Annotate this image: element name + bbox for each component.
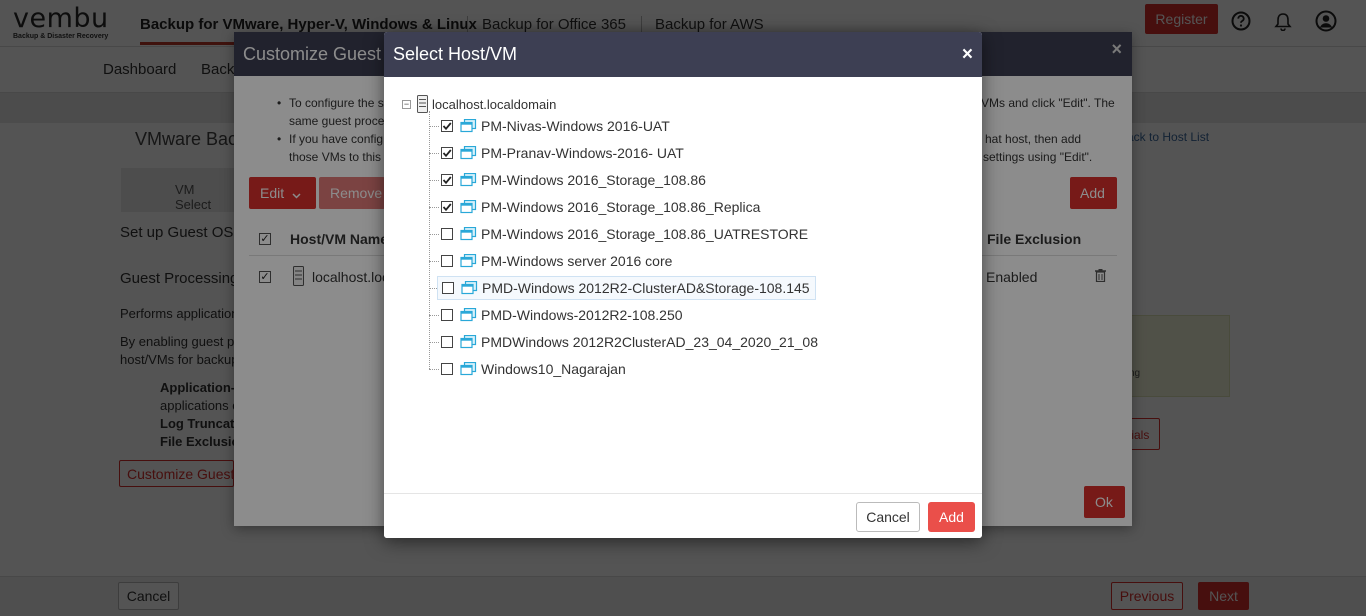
collapse-toggle[interactable]: −: [402, 99, 411, 109]
vm-tree-item[interactable]: PMD-Windows-2012R2-108.250: [437, 303, 688, 327]
vm-checkbox[interactable]: [441, 363, 453, 375]
vm-tree-item[interactable]: PM-Windows server 2016 core: [437, 249, 677, 273]
vm-tree-item[interactable]: PM-Pranav-Windows-2016- UAT: [437, 141, 689, 165]
vm-tree-item[interactable]: PMDWindows 2012R2ClusterAD_23_04_2020_21…: [437, 330, 823, 354]
vm-tree-item[interactable]: PM-Windows 2016_Storage_108.86_UATRESTOR…: [437, 222, 813, 246]
vm-label: PMD-Windows 2012R2-ClusterAD&Storage-108…: [482, 280, 810, 296]
close-icon[interactable]: ×: [962, 44, 973, 66]
tree-root-node[interactable]: − localhost.localdomain: [402, 94, 556, 114]
vm-tree-item[interactable]: PM-Nivas-Windows 2016-UAT: [437, 114, 675, 138]
vm-checkbox-checked[interactable]: [441, 120, 453, 132]
vm-checkbox[interactable]: [442, 282, 454, 294]
vm-icon: [460, 200, 477, 214]
vm-checkbox[interactable]: [441, 255, 453, 267]
vm-label: Windows10_Nagarajan: [481, 361, 626, 377]
host-vm-tree: − localhost.localdomain PM-Nivas-Windows…: [384, 77, 982, 493]
server-icon: [417, 95, 428, 113]
select-host-vm-title: Select Host/VM: [393, 44, 518, 64]
vm-tree-item[interactable]: PM-Windows 2016_Storage_108.86_Replica: [437, 195, 765, 219]
vm-checkbox-checked[interactable]: [441, 174, 453, 186]
vm-checkbox-checked[interactable]: [441, 201, 453, 213]
add-button[interactable]: Add: [928, 502, 975, 532]
select-host-vm-dialog: Select Host/VM × − localhost.localdomain…: [384, 32, 982, 538]
vm-icon: [461, 281, 478, 295]
vm-label: PM-Pranav-Windows-2016- UAT: [481, 145, 684, 161]
vm-icon: [460, 146, 477, 160]
vm-icon: [460, 308, 477, 322]
vm-label: PMD-Windows-2012R2-108.250: [481, 307, 683, 323]
vm-label: PM-Windows server 2016 core: [481, 253, 673, 269]
vm-icon: [460, 227, 477, 241]
vm-tree-item[interactable]: PMD-Windows 2012R2-ClusterAD&Storage-108…: [437, 276, 816, 300]
vm-icon: [460, 362, 477, 376]
vm-icon: [460, 173, 477, 187]
vm-label: PMDWindows 2012R2ClusterAD_23_04_2020_21…: [481, 334, 818, 350]
vm-label: PM-Windows 2016_Storage_108.86_UATRESTOR…: [481, 226, 809, 242]
vm-checkbox[interactable]: [441, 309, 453, 321]
root-host-label: localhost.localdomain: [432, 96, 557, 112]
vm-icon: [460, 335, 477, 349]
vm-label: PM-Windows 2016_Storage_108.86_Replica: [481, 199, 761, 215]
vm-label: PM-Windows 2016_Storage_108.86: [481, 172, 706, 188]
vm-icon: [460, 254, 477, 268]
vm-checkbox[interactable]: [441, 336, 453, 348]
vm-icon: [460, 119, 477, 133]
vm-tree-item[interactable]: Windows10_Nagarajan: [437, 357, 631, 381]
vm-checkbox-checked[interactable]: [441, 147, 453, 159]
vm-label: PM-Nivas-Windows 2016-UAT: [481, 118, 670, 134]
select-host-vm-header: Select Host/VM ×: [384, 32, 982, 77]
cancel-button[interactable]: Cancel: [856, 502, 920, 532]
select-host-vm-footer: Cancel Add: [384, 493, 982, 538]
vm-tree-item[interactable]: PM-Windows 2016_Storage_108.86: [437, 168, 711, 192]
vm-checkbox[interactable]: [441, 228, 453, 240]
tree-connector: [429, 111, 430, 369]
